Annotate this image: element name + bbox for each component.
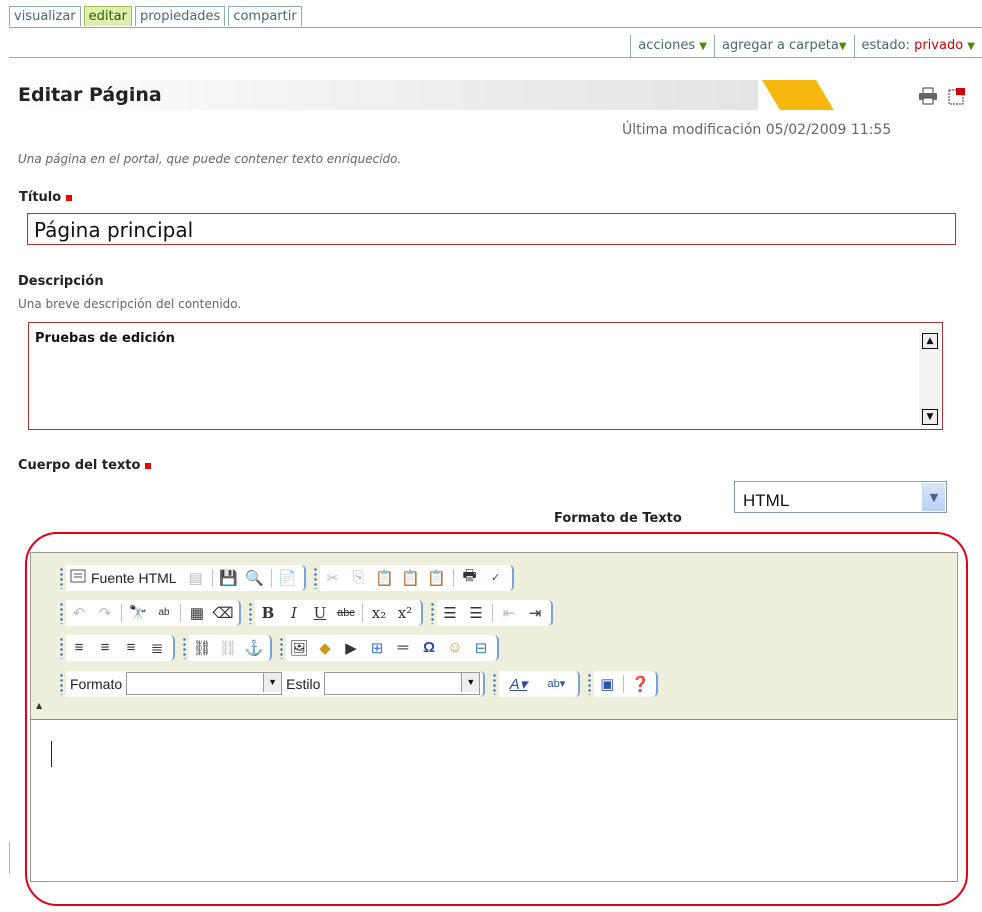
left-divider bbox=[9, 842, 10, 874]
estado-menu[interactable]: estado: privado ▼ bbox=[853, 35, 982, 57]
descripcion-label: Descripción bbox=[18, 274, 104, 289]
document-actions bbox=[918, 87, 966, 109]
estado-value: privado bbox=[914, 38, 964, 53]
content-type-description: Una página en el portal, que puede conte… bbox=[18, 152, 402, 166]
required-marker-icon bbox=[145, 462, 152, 469]
titulo-label-text: Título bbox=[19, 190, 62, 205]
agregar-label: agregar a carpeta bbox=[721, 38, 839, 53]
titulo-input[interactable]: Página principal bbox=[27, 213, 956, 245]
cuerpo-label-text: Cuerpo del texto bbox=[18, 458, 141, 473]
descripcion-textarea[interactable]: Pruebas de edición ▲ ▼ bbox=[28, 322, 943, 430]
action-bar: acciones ▼ agregar a carpeta▼ estado: pr… bbox=[9, 35, 982, 58]
titulo-label: Título bbox=[19, 190, 73, 205]
tab-visualizar[interactable]: visualizar bbox=[9, 6, 81, 26]
required-marker-icon bbox=[66, 194, 73, 201]
triangle-down-icon: ▼ bbox=[699, 41, 707, 52]
content-tabs: visualizar editar propiedades compartir bbox=[9, 6, 302, 28]
estado-label: estado: bbox=[861, 38, 910, 53]
page-title: Editar Página bbox=[18, 84, 162, 106]
triangle-down-icon: ▼ bbox=[838, 41, 847, 52]
cuerpo-label: Cuerpo del texto bbox=[18, 458, 152, 473]
descripcion-help: Una breve descripción del contenido. bbox=[18, 297, 242, 311]
acciones-menu[interactable]: acciones ▼ bbox=[630, 35, 714, 57]
formato-texto-select[interactable]: HTML ▼ bbox=[734, 481, 947, 513]
highlight-frame bbox=[25, 532, 968, 906]
formato-texto-value: HTML bbox=[743, 491, 790, 510]
tab-propiedades[interactable]: propiedades bbox=[134, 6, 226, 26]
scroll-down-icon[interactable]: ▼ bbox=[922, 409, 938, 425]
fullscreen-icon[interactable] bbox=[948, 87, 966, 109]
acciones-label: acciones bbox=[638, 38, 696, 53]
scroll-up-icon[interactable]: ▲ bbox=[922, 333, 938, 349]
tab-compartir[interactable]: compartir bbox=[228, 6, 302, 26]
page-heading-bar: Editar Página bbox=[13, 80, 834, 110]
heading-accent bbox=[762, 80, 834, 110]
tab-editar[interactable]: editar bbox=[83, 6, 132, 26]
descripcion-value: Pruebas de edición bbox=[35, 331, 175, 346]
tabs-divider bbox=[9, 27, 982, 28]
print-icon[interactable] bbox=[918, 87, 938, 109]
triangle-down-icon: ▼ bbox=[967, 41, 975, 52]
last-modified: Última modificación 05/02/2009 11:55 bbox=[622, 122, 892, 138]
chevron-down-icon[interactable]: ▼ bbox=[922, 483, 945, 511]
formato-texto-label: Formato de Texto bbox=[554, 511, 682, 526]
agregar-carpeta-menu[interactable]: agregar a carpeta▼ bbox=[713, 35, 854, 57]
